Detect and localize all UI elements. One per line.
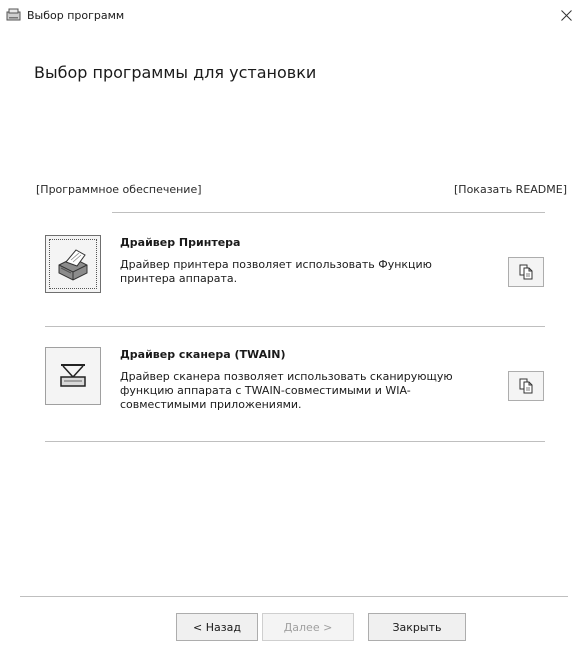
back-button[interactable]: < Назад — [176, 613, 258, 641]
close-icon — [560, 9, 572, 21]
printer-driver-description: Драйвер принтера позволяет использовать … — [120, 258, 432, 285]
close-window-button[interactable] — [549, 0, 583, 30]
title-bar: Выбор программ — [0, 0, 583, 30]
software-column-header: [Программное обеспечение] — [36, 183, 202, 196]
printer-driver-install-button[interactable] — [45, 235, 101, 293]
scanner-icon — [60, 364, 86, 387]
footer-divider — [20, 596, 568, 597]
scanner-driver-install-button[interactable] — [45, 347, 101, 405]
printer-icon — [58, 249, 88, 281]
printer-driver-name: Драйвер Принтера — [120, 236, 241, 249]
divider — [45, 441, 545, 442]
document-icon — [519, 264, 533, 280]
scanner-driver-description: Драйвер сканера позволяет использовать с… — [120, 370, 453, 411]
next-button[interactable]: Далее > — [262, 613, 354, 641]
divider — [45, 326, 545, 327]
close-button[interactable]: Закрыть — [368, 613, 466, 641]
divider — [112, 212, 545, 213]
page-title: Выбор программы для установки — [34, 63, 317, 82]
document-icon — [519, 378, 533, 394]
readme-column-header: [Показать README] — [454, 183, 567, 196]
installer-app-icon — [6, 8, 21, 21]
scanner-driver-readme-button[interactable] — [508, 371, 544, 401]
window-title: Выбор программ — [27, 9, 125, 22]
scanner-driver-name: Драйвер сканера (TWAIN) — [120, 348, 286, 361]
printer-driver-readme-button[interactable] — [508, 257, 544, 287]
